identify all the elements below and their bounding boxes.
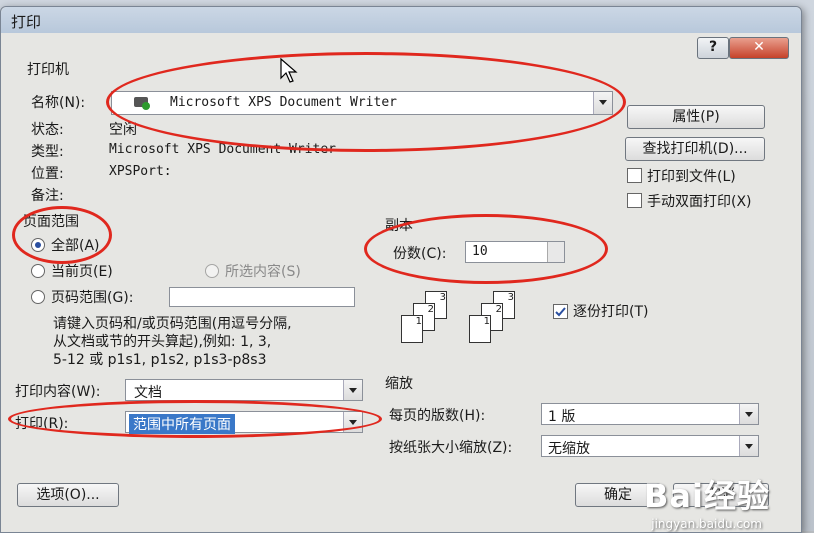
scale-label: 按纸张大小缩放(Z): <box>389 440 513 456</box>
print-to-file-label: 打印到文件(L) <box>647 169 736 185</box>
pages-per-sheet-value: 1 版 <box>548 409 576 425</box>
page-icon: 1 <box>401 315 423 343</box>
page-range-hint-3: 5-12 或 p1s1, p1s2, p1s3-p8s3 <box>53 352 267 368</box>
pages-per-sheet-label: 每页的版数(H): <box>389 408 486 424</box>
printer-name-label: 名称(N): <box>31 95 86 111</box>
collate-checkbox[interactable] <box>553 304 568 319</box>
zoom-group-label: 缩放 <box>385 376 413 392</box>
annotation-oval-print <box>8 400 382 438</box>
status-label: 状态: <box>31 122 64 138</box>
chevron-down-icon[interactable] <box>343 380 362 400</box>
print-what-label: 打印内容(W): <box>15 384 101 400</box>
collate-label: 逐份打印(T) <box>573 304 649 320</box>
chevron-down-icon[interactable] <box>739 436 758 456</box>
watermark-logo: Bai经验 <box>644 477 770 515</box>
pages-label: 页码范围(G): <box>51 290 134 306</box>
check-icon <box>555 307 566 317</box>
properties-button[interactable]: 属性(P) <box>627 105 765 129</box>
print-what-value: 文档 <box>134 385 162 401</box>
manual-duplex-label: 手动双面打印(X) <box>647 194 752 210</box>
watermark-url: jingyan.baidu.com <box>651 517 762 531</box>
where-label: 位置: <box>31 166 64 182</box>
current-page-label: 当前页(E) <box>51 264 113 280</box>
pages-radio[interactable] <box>31 290 45 304</box>
where-value: XPSPort: <box>109 164 172 179</box>
scale-select[interactable]: 无缩放 <box>541 435 759 457</box>
find-printer-button[interactable]: 查找打印机(D)... <box>625 137 765 161</box>
annotation-oval-copies <box>364 214 608 284</box>
annotation-oval-printer <box>106 52 626 152</box>
printer-group-label: 打印机 <box>27 62 69 78</box>
scale-value: 无缩放 <box>548 441 590 457</box>
close-button[interactable]: ✕ <box>729 37 789 59</box>
print-to-file-checkbox[interactable] <box>627 168 642 183</box>
chevron-down-icon[interactable] <box>739 404 758 424</box>
comment-label: 备注: <box>31 188 64 204</box>
page-range-hint-2: 从文档或节的开头算起),例如: 1, 3, <box>53 334 272 350</box>
selection-radio[interactable] <box>205 264 219 278</box>
options-button[interactable]: 选项(O)... <box>17 483 119 507</box>
dialog-title: 打印 <box>11 13 42 31</box>
annotation-oval-page-range <box>12 206 112 264</box>
print-what-select[interactable]: 文档 <box>125 379 363 401</box>
pages-input[interactable] <box>169 287 355 307</box>
manual-duplex-checkbox[interactable] <box>627 193 642 208</box>
title-bar: 打印 <box>1 7 801 33</box>
current-page-radio[interactable] <box>31 264 45 278</box>
type-label: 类型: <box>31 144 64 160</box>
help-button[interactable]: ? <box>697 37 729 59</box>
page-range-hint-1: 请键入页码和/或页码范围(用逗号分隔, <box>53 316 292 332</box>
page-icon: 1 <box>469 315 491 343</box>
pages-per-sheet-select[interactable]: 1 版 <box>541 403 759 425</box>
selection-label: 所选内容(S) <box>225 264 301 280</box>
